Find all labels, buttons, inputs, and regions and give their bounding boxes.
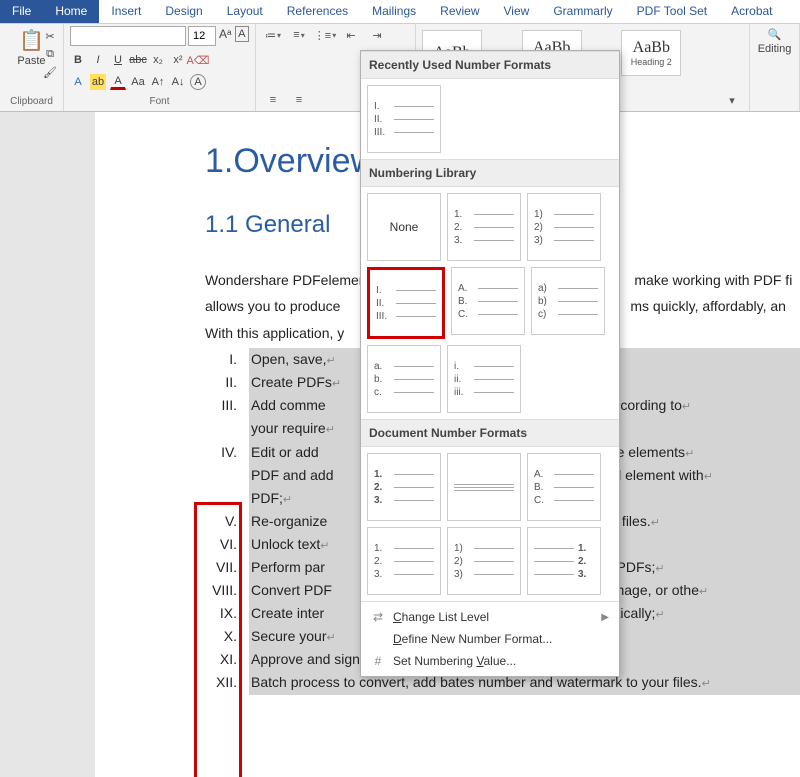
subscript-icon[interactable]: x₂ [150, 52, 166, 68]
align-left-button[interactable]: ≡ [262, 91, 284, 109]
set-numbering-value[interactable]: #Set Numbering Value... [361, 650, 619, 672]
section-recent: Recently Used Number Formats [361, 51, 619, 79]
tab-insert[interactable]: Insert [99, 0, 153, 23]
numbering-dropdown: Recently Used Number Formats I. II. III.… [360, 50, 620, 677]
menu-bar: File Home Insert Design Layout Reference… [0, 0, 800, 24]
number-icon: # [371, 654, 385, 668]
clipboard-group-label: Clipboard [6, 96, 57, 109]
numformat-doc-bold-right[interactable]: 1.2.3. [527, 527, 601, 595]
tab-view[interactable]: View [492, 0, 542, 23]
clear-format-icon[interactable]: A⌫ [190, 52, 206, 68]
align-center-button[interactable]: ≡ [288, 91, 310, 109]
italic-icon[interactable]: I [90, 52, 106, 68]
numformat-doc-upper-alpha[interactable]: A.B.C. [527, 453, 601, 521]
numformat-recent-roman[interactable]: I. II. III. [367, 85, 441, 153]
numformat-lower-alpha-paren[interactable]: a)b)c) [531, 267, 605, 335]
numformat-lower-roman[interactable]: i.ii.iii. [447, 345, 521, 413]
tab-pdf-tool-set[interactable]: PDF Tool Set [625, 0, 719, 23]
underline-icon[interactable]: U [110, 52, 126, 68]
numformat-decimal-dot[interactable]: 1.2.3. [447, 193, 521, 261]
tab-layout[interactable]: Layout [215, 0, 275, 23]
increase-indent-button[interactable]: ⇥ [366, 26, 388, 44]
tab-references[interactable]: References [275, 0, 360, 23]
numformat-decimal-paren[interactable]: 1)2)3) [527, 193, 601, 261]
style-heading2[interactable]: AaBbHeading 2 [621, 30, 681, 76]
numformat-doc-plain[interactable] [447, 453, 521, 521]
numformat-doc-decimal-paren[interactable]: 1)2)3) [447, 527, 521, 595]
char-border-icon[interactable]: A [235, 26, 250, 42]
editing-label: Editing [758, 43, 792, 55]
format-painter-icon[interactable]: 🖌 [42, 64, 58, 80]
decrease-indent-button[interactable]: ⇤ [340, 26, 362, 44]
tab-file[interactable]: File [0, 0, 43, 23]
numformat-upper-roman[interactable]: I.II.III. [367, 267, 445, 339]
font-color-icon[interactable]: A [110, 74, 126, 90]
tab-acrobat[interactable]: Acrobat [719, 0, 784, 23]
bullets-button[interactable]: ≔▾ [262, 26, 284, 44]
numformat-doc-decimal-dot[interactable]: 1.2.3. [367, 527, 441, 595]
grow-font-icon[interactable]: A↑ [150, 74, 166, 90]
change-list-level[interactable]: ⇄Change List Level▶ [361, 606, 619, 628]
phonetic-icon[interactable]: Aa [130, 74, 146, 90]
tab-review[interactable]: Review [428, 0, 491, 23]
submenu-arrow-icon: ▶ [601, 612, 609, 623]
find-icon: 🔍 [768, 28, 782, 41]
numbering-button[interactable]: ≡▾ [288, 26, 310, 44]
font-name-input[interactable] [70, 26, 186, 46]
enclosed-char-icon[interactable]: A [190, 74, 206, 90]
group-clipboard: 📋 Paste ✂ ⧉ 🖌 Clipboard [0, 24, 64, 111]
tab-mailings[interactable]: Mailings [360, 0, 428, 23]
cut-icon[interactable]: ✂ [42, 28, 58, 44]
highlight-icon[interactable]: ab [90, 74, 106, 90]
text-effect-icon[interactable]: A [70, 74, 86, 90]
define-new-number-format[interactable]: Define New Number Format... [361, 628, 619, 650]
group-editing: 🔍 Editing [750, 24, 800, 111]
tab-grammarly[interactable]: Grammarly [541, 0, 624, 23]
styles-more-button[interactable]: ▾ [721, 91, 743, 109]
bold-icon[interactable]: B [70, 52, 86, 68]
case-icon[interactable]: Aᵃ [218, 26, 233, 42]
numformat-lower-alpha-dot[interactable]: a.b.c. [367, 345, 441, 413]
tab-design[interactable]: Design [153, 0, 214, 23]
numformat-none[interactable]: None [367, 193, 441, 261]
multilevel-button[interactable]: ⋮≡▾ [314, 26, 336, 44]
copy-icon[interactable]: ⧉ [42, 46, 58, 62]
section-library: Numbering Library [361, 159, 619, 187]
strike-icon[interactable]: abc [130, 52, 146, 68]
numformat-upper-alpha[interactable]: A.B.C. [451, 267, 525, 335]
editing-button[interactable]: 🔍 Editing [756, 26, 793, 57]
group-font: Aᵃ A B I U abc x₂ x² A⌫ A ab A Aa A↑ A↓ … [64, 24, 256, 111]
tab-home[interactable]: Home [43, 0, 99, 23]
section-docfmt: Document Number Formats [361, 419, 619, 447]
shrink-font-icon[interactable]: A↓ [170, 74, 186, 90]
font-group-label: Font [70, 96, 249, 109]
font-size-input[interactable] [188, 26, 216, 46]
clipboard-icon: 📋 [19, 28, 44, 53]
superscript-icon[interactable]: x² [170, 52, 186, 68]
indent-icon: ⇄ [371, 610, 385, 624]
numformat-doc-bold-decimal[interactable]: 1.2.3. [367, 453, 441, 521]
